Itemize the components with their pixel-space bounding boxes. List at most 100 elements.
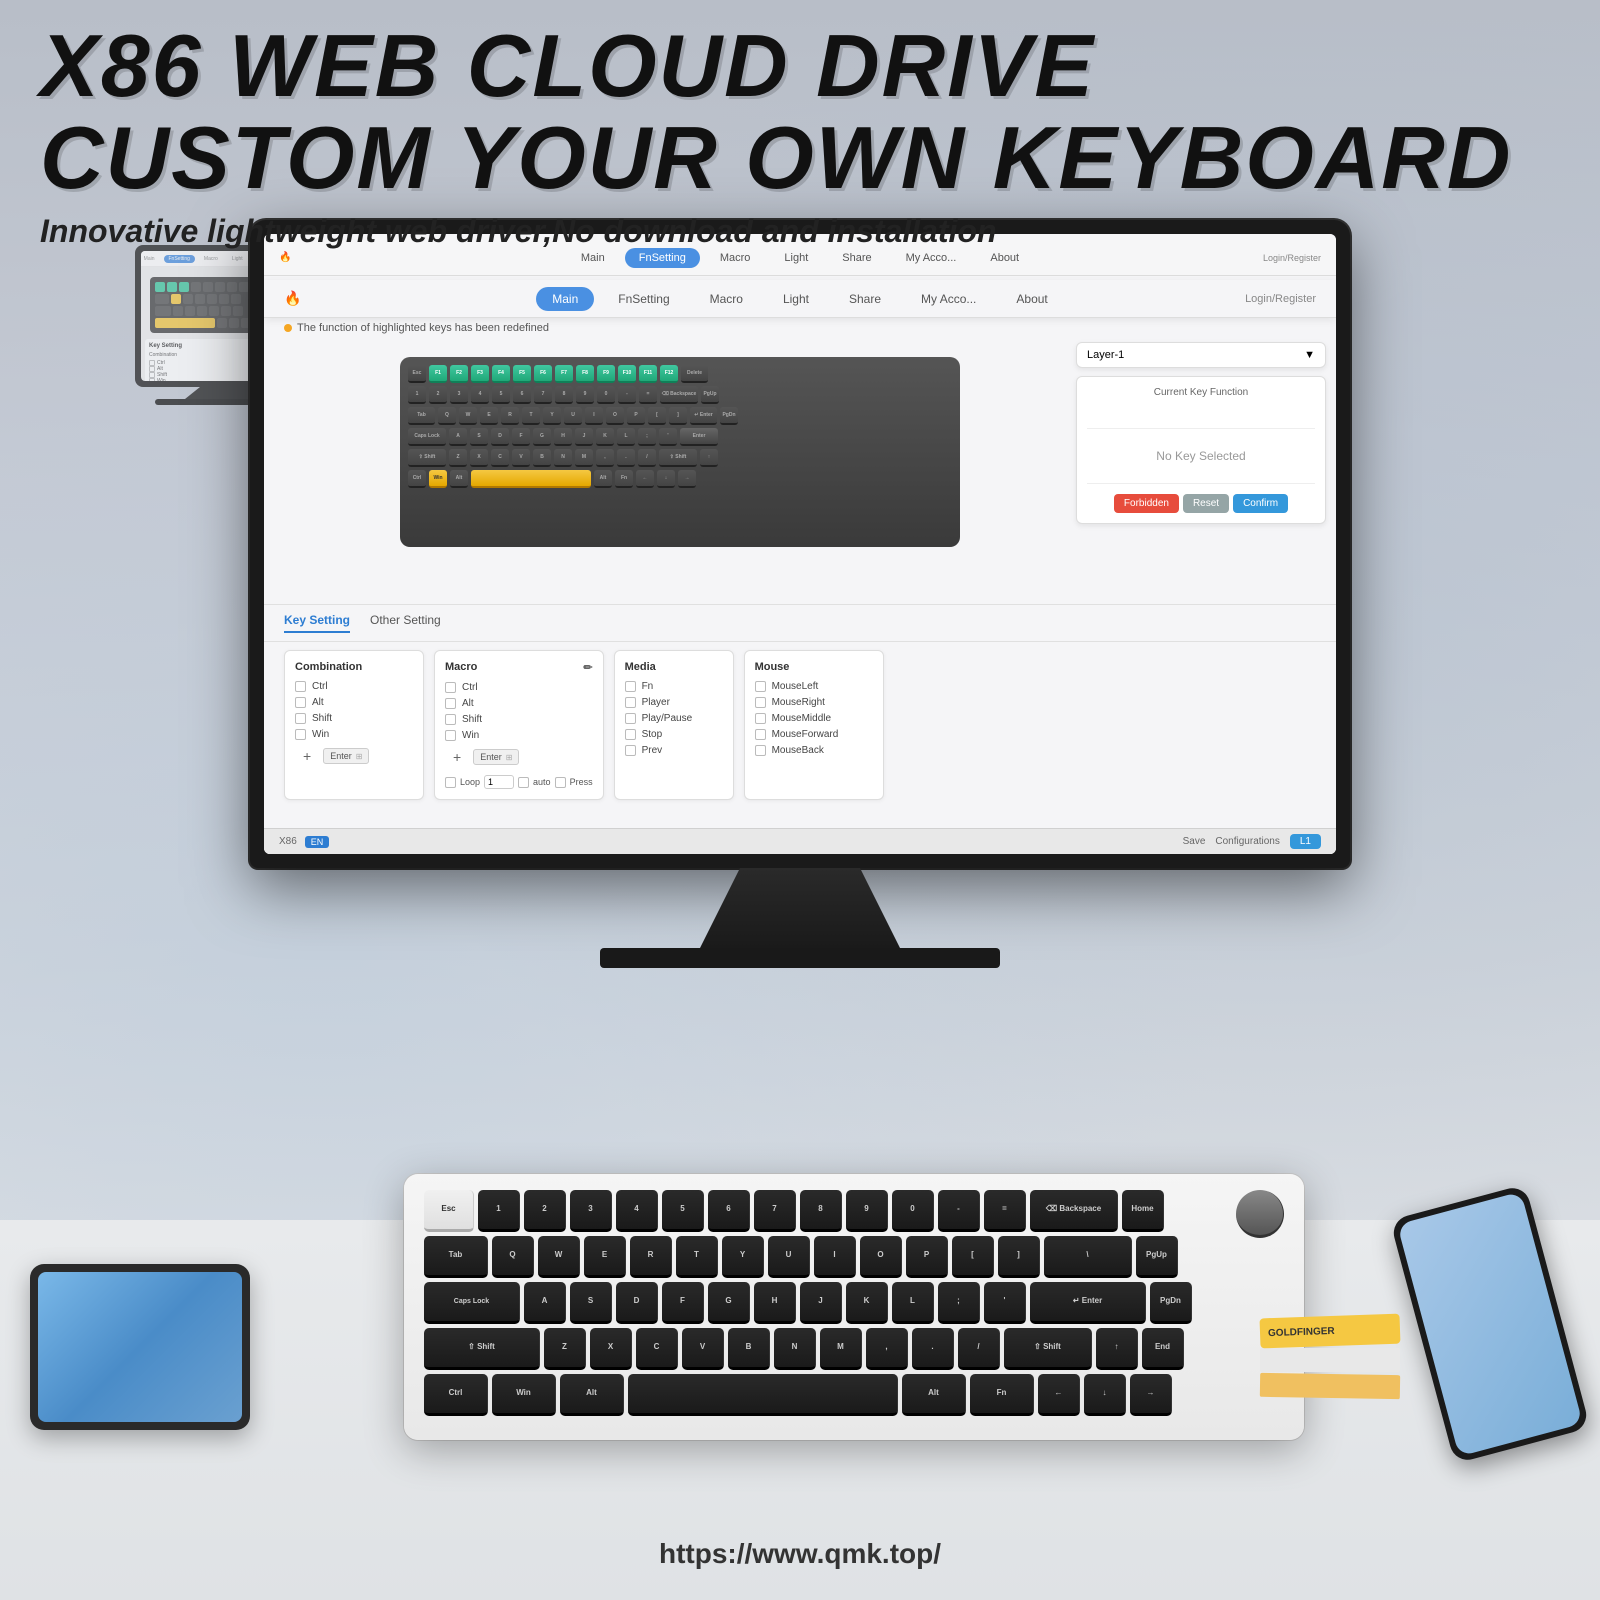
key-pgdn[interactable]: PgDn	[1150, 1282, 1192, 1324]
bg-tab-about[interactable]: About	[976, 248, 1033, 268]
key-8[interactable]: 8	[800, 1190, 842, 1232]
key-rbracket[interactable]: ]	[998, 1236, 1040, 1278]
key-q[interactable]: Q	[492, 1236, 534, 1278]
key-slash[interactable]: /	[958, 1328, 1000, 1370]
key-end[interactable]: End	[1142, 1328, 1184, 1370]
key-u[interactable]: U	[768, 1236, 810, 1278]
key-capslock[interactable]: Caps Lock	[424, 1282, 520, 1324]
key-down[interactable]: ↓	[1084, 1374, 1126, 1416]
key-o[interactable]: O	[860, 1236, 902, 1278]
macro-auto-checkbox[interactable]	[518, 777, 529, 788]
key-b[interactable]: B	[728, 1328, 770, 1370]
key-up[interactable]: ↑	[1096, 1328, 1138, 1370]
key-fn[interactable]: Fn	[970, 1374, 1034, 1416]
key-d[interactable]: D	[616, 1282, 658, 1324]
key-space[interactable]	[628, 1374, 898, 1416]
tab-light[interactable]: Light	[767, 287, 825, 311]
key-3[interactable]: 3	[570, 1190, 612, 1232]
reset-button[interactable]: Reset	[1183, 494, 1229, 513]
key-2[interactable]: 2	[524, 1190, 566, 1232]
key-lalt[interactable]: Alt	[560, 1374, 624, 1416]
key-a[interactable]: A	[524, 1282, 566, 1324]
key-t[interactable]: T	[676, 1236, 718, 1278]
key-lshift[interactable]: ⇧ Shift	[424, 1328, 540, 1370]
tab-key-setting[interactable]: Key Setting	[284, 613, 350, 633]
win-checkbox[interactable]	[295, 729, 306, 740]
media-player-checkbox[interactable]	[625, 697, 636, 708]
mouse-left-checkbox[interactable]	[755, 681, 766, 692]
key-right[interactable]: →	[1130, 1374, 1172, 1416]
macro-loop-checkbox[interactable]	[445, 777, 456, 788]
key-h[interactable]: H	[754, 1282, 796, 1324]
key-backslash[interactable]: \	[1044, 1236, 1132, 1278]
key-g[interactable]: G	[708, 1282, 750, 1324]
bg-tab-macro[interactable]: Macro	[706, 248, 765, 268]
key-quote[interactable]: '	[984, 1282, 1026, 1324]
layer-dropdown[interactable]: Layer-1 ▼	[1076, 342, 1326, 368]
key-rshift[interactable]: ⇧ Shift	[1004, 1328, 1092, 1370]
key-enter[interactable]: ↵ Enter	[1030, 1282, 1146, 1324]
bg-tab-account[interactable]: My Acco...	[892, 248, 971, 268]
key-e[interactable]: E	[584, 1236, 626, 1278]
tab-main[interactable]: Main	[536, 287, 594, 311]
alt-checkbox[interactable]	[295, 697, 306, 708]
key-4[interactable]: 4	[616, 1190, 658, 1232]
confirm-button[interactable]: Confirm	[1233, 494, 1288, 513]
key-minus[interactable]: -	[938, 1190, 980, 1232]
key-c[interactable]: C	[636, 1328, 678, 1370]
key-i[interactable]: I	[814, 1236, 856, 1278]
key-f[interactable]: F	[662, 1282, 704, 1324]
key-backspace[interactable]: ⌫ Backspace	[1030, 1190, 1118, 1232]
macro-edit-icon[interactable]: ✏	[583, 661, 592, 674]
key-ralt[interactable]: Alt	[902, 1374, 966, 1416]
bg-login-label[interactable]: Login/Register	[1263, 253, 1321, 263]
key-left[interactable]: ←	[1038, 1374, 1080, 1416]
media-playpause-checkbox[interactable]	[625, 713, 636, 724]
media-stop-checkbox[interactable]	[625, 729, 636, 740]
key-period[interactable]: .	[912, 1328, 954, 1370]
login-register-link[interactable]: Login/Register	[1245, 293, 1316, 305]
key-n[interactable]: N	[774, 1328, 816, 1370]
key-home[interactable]: Home	[1122, 1190, 1164, 1232]
tab-macro[interactable]: Macro	[694, 287, 759, 311]
key-comma[interactable]: ,	[866, 1328, 908, 1370]
key-lctrl[interactable]: Ctrl	[424, 1374, 488, 1416]
key-k[interactable]: K	[846, 1282, 888, 1324]
key-w[interactable]: W	[538, 1236, 580, 1278]
ctrl-checkbox[interactable]	[295, 681, 306, 692]
key-6[interactable]: 6	[708, 1190, 750, 1232]
bg-tab-fnsetting[interactable]: FnSetting	[625, 248, 700, 268]
tab-about[interactable]: About	[1000, 287, 1063, 311]
key-y[interactable]: Y	[722, 1236, 764, 1278]
macro-alt-checkbox[interactable]	[445, 698, 456, 709]
combination-enter-key[interactable]: Enter ⊞	[323, 748, 369, 764]
key-v[interactable]: V	[682, 1328, 724, 1370]
bg-tab-light[interactable]: Light	[770, 248, 822, 268]
footer-layer-btn[interactable]: L1	[1290, 834, 1321, 849]
key-l[interactable]: L	[892, 1282, 934, 1324]
tab-fnsetting[interactable]: FnSetting	[602, 287, 685, 311]
macro-enter-key[interactable]: Enter ⊞	[473, 749, 519, 765]
key-1[interactable]: 1	[478, 1190, 520, 1232]
key-semicolon[interactable]: ;	[938, 1282, 980, 1324]
bg-tab-main[interactable]: Main	[567, 248, 619, 268]
key-z[interactable]: Z	[544, 1328, 586, 1370]
key-p[interactable]: P	[906, 1236, 948, 1278]
key-s[interactable]: S	[570, 1282, 612, 1324]
shift-checkbox[interactable]	[295, 713, 306, 724]
key-7[interactable]: 7	[754, 1190, 796, 1232]
tab-account[interactable]: My Acco...	[905, 287, 992, 311]
key-m[interactable]: M	[820, 1328, 862, 1370]
key-esc[interactable]: Esc	[424, 1190, 474, 1232]
key-lbracket[interactable]: [	[952, 1236, 994, 1278]
key-j[interactable]: J	[800, 1282, 842, 1324]
mouse-middle-checkbox[interactable]	[755, 713, 766, 724]
tab-share[interactable]: Share	[833, 287, 897, 311]
keyboard-knob[interactable]	[1236, 1190, 1284, 1238]
key-win[interactable]: Win	[492, 1374, 556, 1416]
macro-shift-checkbox[interactable]	[445, 714, 456, 725]
media-fn-checkbox[interactable]	[625, 681, 636, 692]
key-5[interactable]: 5	[662, 1190, 704, 1232]
forbidden-button[interactable]: Forbidden	[1114, 494, 1179, 513]
key-pgup[interactable]: PgUp	[1136, 1236, 1178, 1278]
